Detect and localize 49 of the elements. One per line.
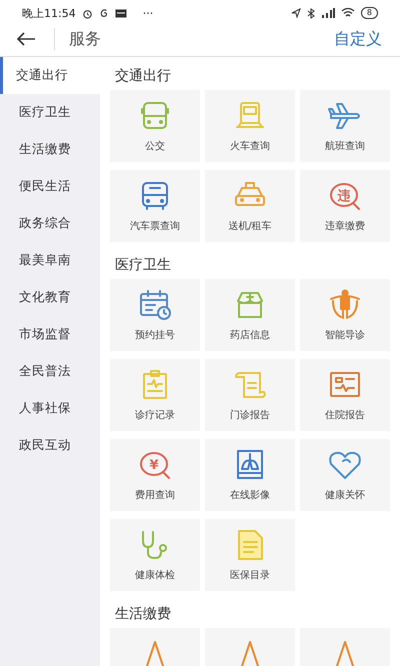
page-title: 服务 (69, 28, 101, 50)
customize-button[interactable]: 自定义 (334, 28, 382, 50)
sidebar-item[interactable]: 政民互动 (0, 427, 100, 464)
section-title: 生活缴费 (114, 605, 172, 623)
battery-indicator: 8 (360, 7, 378, 19)
heart-icon (327, 449, 363, 481)
sidebar-item[interactable]: 政务综合 (0, 205, 100, 242)
service-tile[interactable]: 航班查询 (300, 90, 390, 162)
wifi-icon (340, 8, 355, 18)
service-tile[interactable]: 门诊报告 (205, 359, 295, 431)
back-arrow-icon[interactable] (16, 31, 36, 47)
service-tile[interactable]: ¥ 费用查询 (110, 439, 200, 511)
sidebar-item[interactable]: 人事社保 (0, 390, 100, 427)
spiral-icon (98, 8, 109, 18)
service-tile[interactable]: 住院报告 (300, 359, 390, 431)
service-tile[interactable]: 火车查询 (205, 90, 295, 162)
signal-icon (320, 8, 335, 18)
sidebar-item[interactable]: 生活缴费 (0, 131, 100, 168)
sidebar-item[interactable]: 便民生活 (0, 168, 100, 205)
sidebar-item[interactable]: 文化教育 (0, 279, 100, 316)
scroll-icon (232, 369, 268, 401)
location-icon (290, 8, 301, 18)
service-tile[interactable]: 汽车票查询 (110, 170, 200, 242)
sidebar-item[interactable]: 市场监督 (0, 316, 100, 353)
guide-icon (327, 289, 363, 321)
service-tile[interactable]: 健康体检 (110, 519, 200, 591)
alarm-clock-icon (82, 8, 93, 18)
sidebar-item[interactable]: 医疗卫生 (0, 94, 100, 131)
sidebar-item[interactable]: 全民普法 (0, 353, 100, 390)
section-title: 医疗卫生 (114, 256, 172, 274)
service-tile[interactable]: 预约挂号 (110, 279, 200, 351)
calendar-icon (137, 289, 173, 321)
service-tile[interactable]: 药店信息 (205, 279, 295, 351)
service-tile[interactable]: 医保目录 (205, 519, 295, 591)
more-notifications: ··· (142, 6, 154, 20)
service-tile[interactable]: 诊疗记录 (110, 359, 200, 431)
service-tile[interactable]: 健康关怀 (300, 439, 390, 511)
service-tile[interactable]: 智能导诊 (300, 279, 390, 351)
bluetooth-icon (306, 8, 315, 18)
message-icon (114, 8, 127, 18)
sidebar-item[interactable]: 交通出行 (0, 57, 100, 94)
service-tile[interactable]: 在线影像 (205, 439, 295, 511)
service-tile[interactable]: 违 违章缴费 (300, 170, 390, 242)
status-time: 晚上11:54 (22, 6, 76, 20)
plane-icon (327, 100, 363, 132)
section-title: 交通出行 (114, 67, 172, 85)
service-tile[interactable]: 送机/租车 (205, 170, 295, 242)
sidebar-item[interactable]: 最美阜南 (0, 242, 100, 279)
service-tile[interactable]: 公交 (110, 90, 200, 162)
